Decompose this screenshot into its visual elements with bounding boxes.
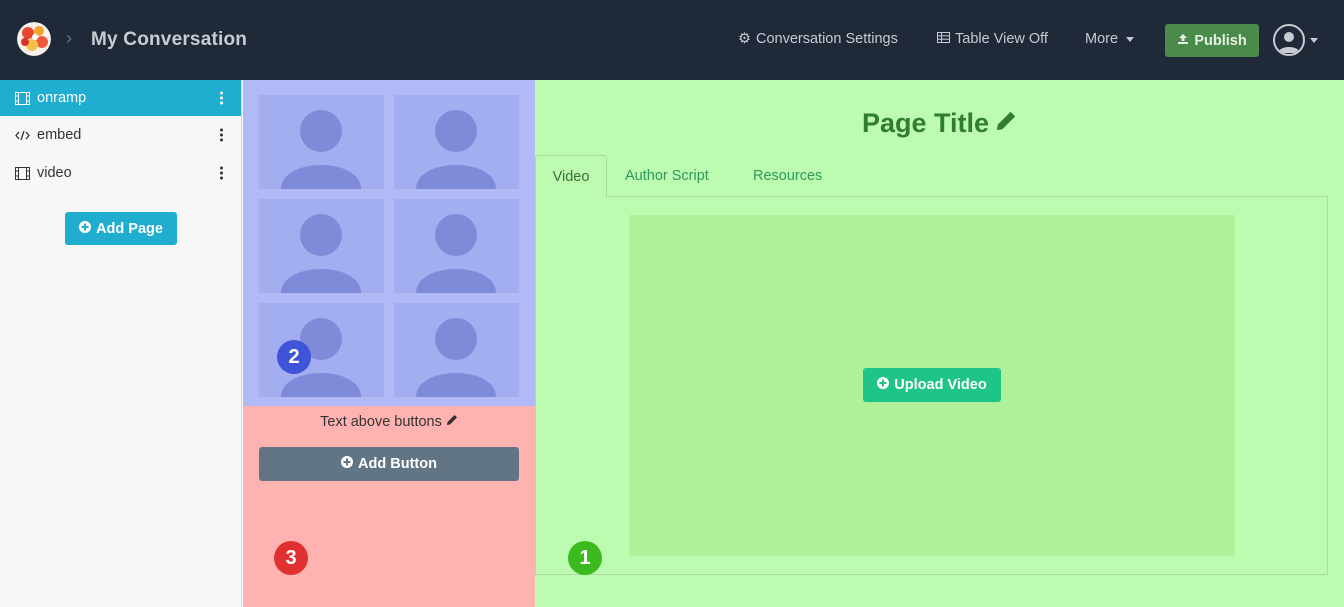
table-view-label: Table View Off (955, 31, 1048, 47)
caret-down-icon (1126, 36, 1135, 42)
film-icon (15, 166, 31, 180)
buttons-zone: Text above buttons Add Button (243, 406, 535, 607)
add-page-label: Add Page (96, 220, 163, 237)
more-dropdown[interactable]: More (1085, 31, 1135, 47)
zone-marker-3: 3 (274, 541, 308, 575)
sidebar-item-label: onramp (37, 90, 87, 106)
page-title[interactable]: Page Title (535, 108, 1344, 139)
code-icon (15, 129, 31, 142)
top-navbar: › My Conversation ⚙ Conversation Setting… (0, 0, 1344, 80)
kebab-menu-icon[interactable] (219, 166, 223, 180)
plus-circle-icon (79, 220, 92, 237)
conversation-title[interactable]: My Conversation (91, 29, 247, 51)
table-view-toggle[interactable]: Table View Off (937, 31, 1048, 47)
conversation-settings-label: Conversation Settings (756, 31, 898, 47)
upload-video-button[interactable]: Upload Video (863, 368, 1001, 402)
tab-author-script[interactable]: Author Script (625, 155, 709, 197)
kebab-menu-icon[interactable] (219, 128, 223, 142)
add-button-label: Add Button (358, 456, 437, 472)
more-label: More (1085, 31, 1119, 47)
participant-placeholder-icon[interactable] (259, 199, 384, 293)
tab-video[interactable]: Video (535, 155, 607, 198)
sidebar-item-label: video (37, 165, 72, 181)
content-tabs: Video Author Script Resources (535, 155, 1328, 198)
pencil-icon[interactable] (995, 108, 1017, 139)
user-menu[interactable] (1273, 24, 1318, 56)
publish-button[interactable]: Publish (1165, 24, 1259, 57)
page-content-zone: Page Title Video Author Script Resources… (535, 80, 1344, 607)
breadcrumb-chevron-icon: › (66, 28, 72, 48)
table-icon (937, 31, 950, 47)
text-above-buttons[interactable]: Text above buttons (243, 414, 535, 430)
pencil-icon[interactable] (446, 414, 458, 430)
publish-label: Publish (1194, 32, 1247, 49)
participant-placeholder-icon[interactable] (394, 95, 519, 189)
participant-placeholder-icon[interactable] (259, 95, 384, 189)
avatar-icon (1273, 24, 1305, 56)
plus-circle-icon (877, 377, 890, 393)
tab-resources[interactable]: Resources (753, 155, 822, 197)
page-title-label: Page Title (861, 108, 990, 138)
upload-icon (1177, 33, 1189, 49)
zone-marker-1: 1 (568, 541, 602, 575)
pages-sidebar: onramp embed video Add Page (0, 80, 242, 607)
upload-video-label: Upload Video (894, 377, 987, 393)
sidebar-item-onramp[interactable]: onramp (0, 80, 241, 116)
sidebar-item-video[interactable]: video (0, 154, 241, 192)
gear-icon: ⚙ (738, 31, 751, 47)
conversation-settings-link[interactable]: ⚙ Conversation Settings (738, 31, 898, 47)
add-page-button[interactable]: Add Page (65, 212, 177, 245)
sidebar-item-embed[interactable]: embed (0, 116, 241, 154)
add-button-button[interactable]: Add Button (259, 447, 519, 481)
participant-placeholder-icon[interactable] (394, 303, 519, 397)
text-above-buttons-label: Text above buttons (320, 414, 442, 430)
plus-circle-icon (341, 456, 354, 472)
app-logo[interactable] (17, 22, 51, 56)
film-icon (15, 91, 31, 105)
participant-placeholder-icon[interactable] (394, 199, 519, 293)
sidebar-item-label: embed (37, 127, 82, 143)
caret-down-icon (1310, 37, 1318, 43)
zone-marker-2: 2 (277, 340, 311, 374)
kebab-menu-icon[interactable] (219, 91, 223, 105)
